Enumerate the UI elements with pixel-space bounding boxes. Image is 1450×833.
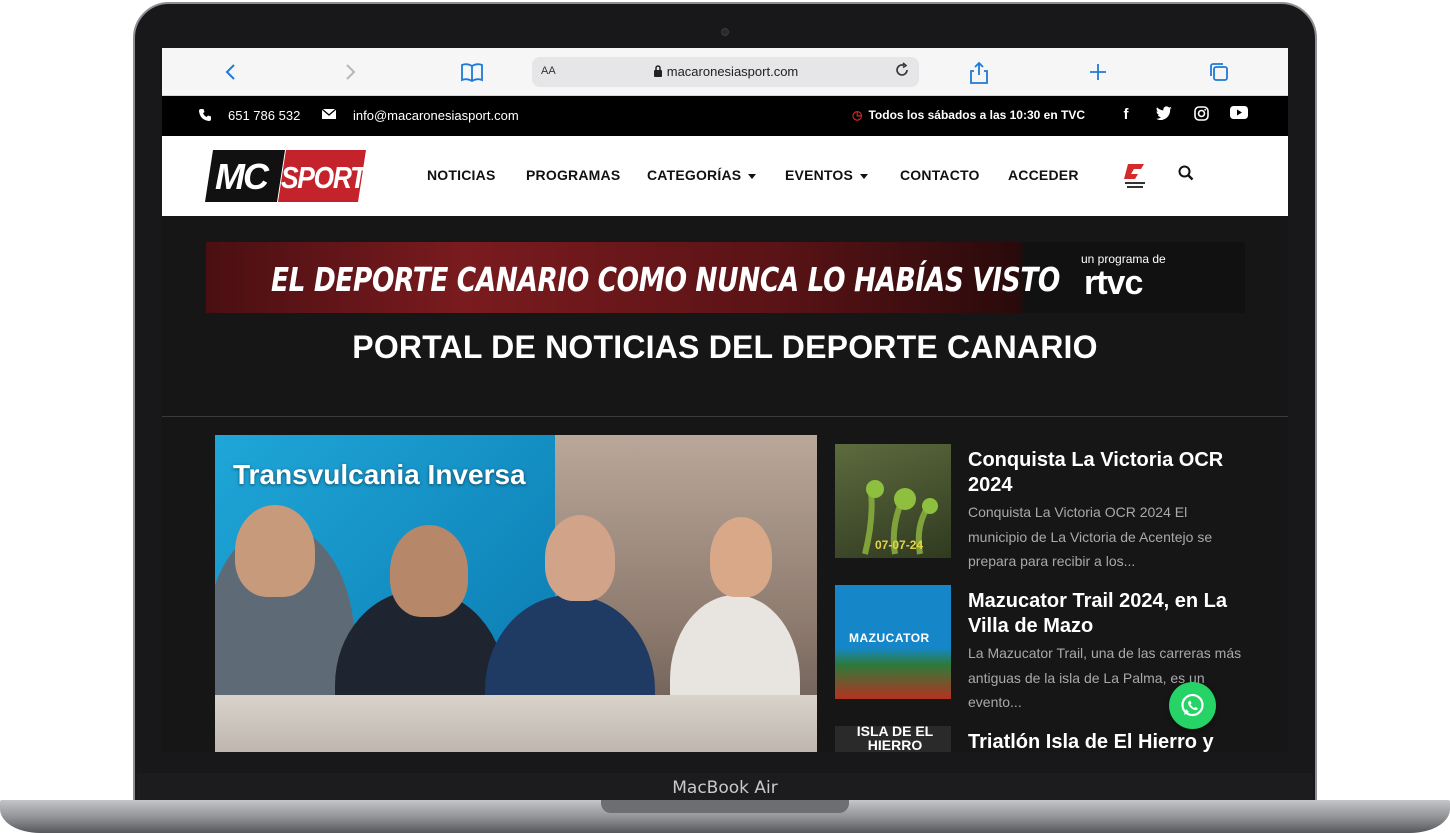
url-text: macaronesiasport.com xyxy=(532,64,919,79)
site-logo[interactable]: MC SPORT xyxy=(205,150,366,202)
device-label: MacBook Air xyxy=(137,773,1313,803)
whatsapp-button[interactable] xyxy=(1169,682,1216,729)
clock-icon: ◷ xyxy=(852,108,863,122)
logo-sport: SPORT xyxy=(281,160,366,195)
lock-icon xyxy=(653,65,662,77)
canarias-logo-icon[interactable] xyxy=(1122,160,1148,190)
news-thumbnail[interactable]: MAZUCATOR xyxy=(835,585,951,699)
nav-categorias[interactable]: CATEGORÍAS xyxy=(647,167,773,183)
nav-eventos-label: EVENTOS xyxy=(785,167,854,183)
rtvc-logo-text: rtvc xyxy=(1084,264,1143,302)
news-thumb-text: ISLA DE EL HIERRO xyxy=(856,726,934,752)
nav-noticias[interactable]: NOTICIAS xyxy=(427,167,496,183)
news-title[interactable]: Mazucator Trail 2024, en La Villa de Maz… xyxy=(968,589,1248,639)
banner-slogan: EL DEPORTE CANARIO COMO NUNCA LO HABÍAS … xyxy=(271,260,1060,299)
phone-number[interactable]: 651 786 532 xyxy=(228,108,300,123)
top-info-bar: 651 786 532 info@macaronesiasport.com ◷ T… xyxy=(162,96,1288,136)
camera-icon xyxy=(721,28,729,36)
browser-toolbar: AA macaronesiasport.com xyxy=(162,48,1288,96)
featured-person xyxy=(390,525,468,617)
forward-icon[interactable] xyxy=(339,61,361,83)
page-title: PORTAL DE NOTICIAS DEL DEPORTE CANARIO xyxy=(352,329,1098,365)
reload-icon[interactable] xyxy=(893,61,911,84)
news-thumbnail[interactable]: ISLA DE EL HIERRO xyxy=(835,726,951,752)
promo-banner[interactable]: EL DEPORTE CANARIO COMO NUNCA LO HABÍAS … xyxy=(206,242,1245,313)
phone-icon xyxy=(198,108,212,125)
tabs-icon[interactable] xyxy=(1208,61,1230,83)
site-header: MC SPORT NOTICIAS PROGRAMAS CATEGORÍAS E… xyxy=(162,136,1288,216)
news-title[interactable]: Triatlón Isla de El Hierro y xyxy=(968,730,1248,752)
nav-categorias-label: CATEGORÍAS xyxy=(647,167,742,183)
news-title[interactable]: Conquista La Victoria OCR 2024 xyxy=(968,448,1248,498)
nav-eventos[interactable]: EVENTOS xyxy=(785,167,885,183)
section-divider xyxy=(162,416,1288,417)
featured-person xyxy=(235,505,315,597)
news-excerpt: Conquista La Victoria OCR 2024 El munici… xyxy=(968,504,1213,569)
address-bar[interactable]: AA macaronesiasport.com xyxy=(532,57,919,87)
whatsapp-icon xyxy=(1181,693,1204,717)
rtvc-logo: rtvc xyxy=(1084,264,1143,303)
screen: AA macaronesiasport.com 651 786 532 info… xyxy=(162,48,1288,752)
instagram-icon[interactable] xyxy=(1191,106,1211,126)
youtube-icon[interactable] xyxy=(1229,106,1249,126)
featured-person xyxy=(710,517,772,597)
twitter-icon[interactable] xyxy=(1154,106,1174,126)
bookmarks-icon[interactable] xyxy=(460,61,483,83)
back-icon[interactable] xyxy=(220,61,242,83)
search-icon[interactable] xyxy=(1178,165,1194,181)
facebook-icon[interactable]: f xyxy=(1116,106,1136,126)
logo-mc: MC xyxy=(215,156,269,197)
nav-programas[interactable]: PROGRAMAS xyxy=(526,167,620,183)
news-thumbnail[interactable]: 07-07-24 xyxy=(835,444,951,558)
featured-table xyxy=(215,695,817,752)
news-thumb-text: 07-07-24 xyxy=(875,538,924,552)
schedule-text: Todos los sábados a las 10:30 en TVC xyxy=(868,108,1085,122)
share-icon[interactable] xyxy=(968,61,990,84)
nav-contacto[interactable]: CONTACTO xyxy=(900,167,980,183)
broadcast-schedule: ◷ Todos los sábados a las 10:30 en TVC xyxy=(852,108,1085,122)
new-tab-icon[interactable] xyxy=(1087,61,1109,83)
featured-title[interactable]: Transvulcania Inversa xyxy=(233,459,526,491)
featured-person xyxy=(545,515,615,601)
laptop-notch xyxy=(601,800,849,813)
featured-article[interactable]: Transvulcania Inversa xyxy=(215,435,817,752)
chevron-down-icon xyxy=(748,173,757,179)
url-value: macaronesiasport.com xyxy=(666,64,799,79)
nav-acceder[interactable]: ACCEDER xyxy=(1008,167,1079,183)
chevron-down-icon xyxy=(860,173,869,179)
email-icon xyxy=(321,108,337,123)
news-thumb-text: MAZUCATOR xyxy=(849,631,930,645)
email-address[interactable]: info@macaronesiasport.com xyxy=(353,108,519,123)
